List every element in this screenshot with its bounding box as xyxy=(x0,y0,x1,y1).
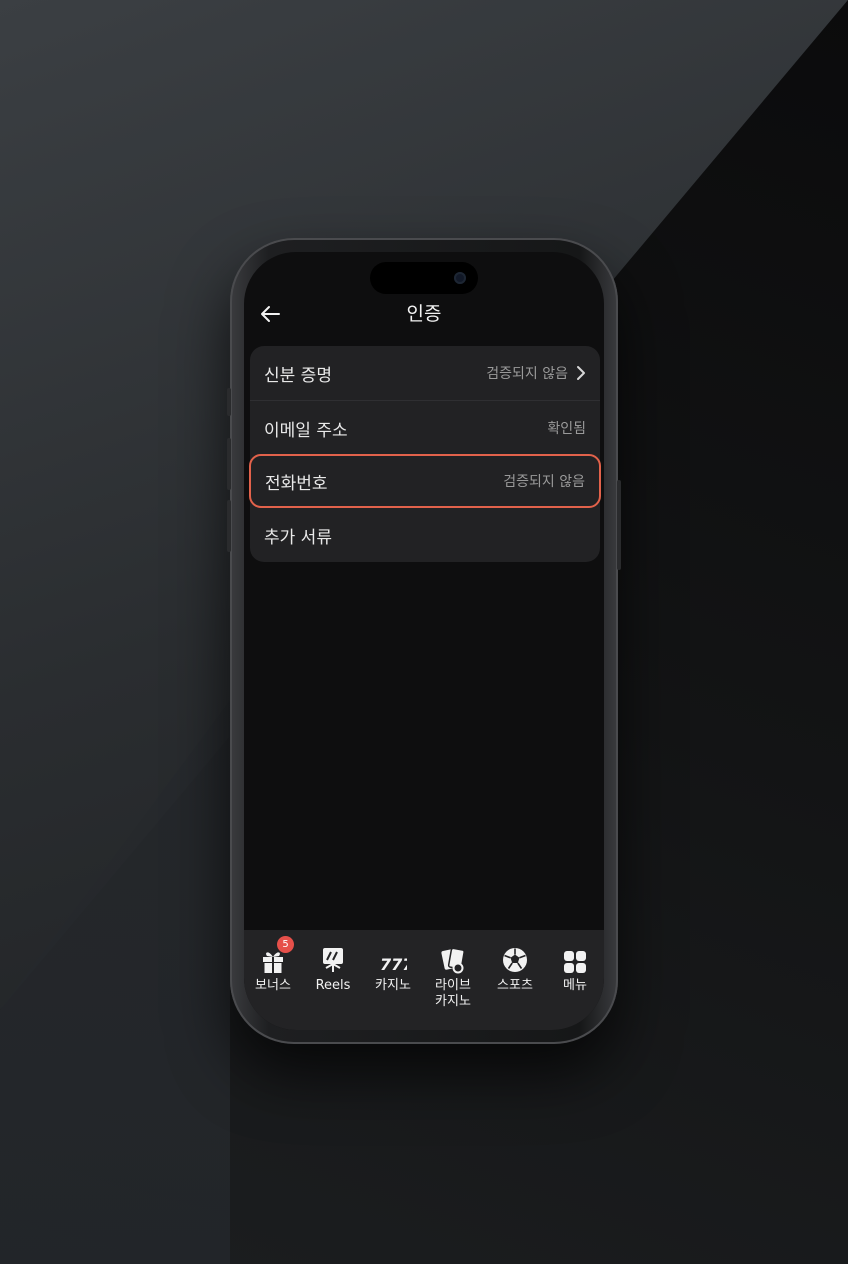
verification-item-documents[interactable]: 추가 서류 xyxy=(250,508,600,562)
phone-screen: 인증 신분 증명 검증되지 않음 이메일 주소 확인됨 전화번호 검증되지 않음 xyxy=(244,252,604,1030)
verification-item-phone[interactable]: 전화번호 검증되지 않음 xyxy=(249,454,601,508)
tab-label: 라이브 카지노 xyxy=(435,978,471,1009)
soccer-ball-icon xyxy=(503,948,527,972)
tab-label: Reels xyxy=(315,978,351,993)
item-label: 신분 증명 xyxy=(264,365,332,386)
verification-item-identity[interactable]: 신분 증명 검증되지 않음 xyxy=(250,346,600,400)
tab-bonus[interactable]: 5 보너스 xyxy=(244,936,302,994)
dynamic-island xyxy=(370,262,478,294)
status-text: 검증되지 않음 xyxy=(486,366,568,382)
tab-casino[interactable]: 777 카지노 xyxy=(364,942,422,994)
item-status: 검증되지 않음 xyxy=(503,474,585,490)
tab-label: 메뉴 xyxy=(563,978,587,993)
phone-volume-down xyxy=(227,500,231,552)
phone-power-button xyxy=(617,480,621,570)
item-label: 이메일 주소 xyxy=(264,420,348,441)
phone-volume-up xyxy=(227,438,231,490)
top-bar: 인증 xyxy=(244,292,604,332)
tab-sports[interactable]: 스포츠 xyxy=(486,942,544,994)
camera-icon xyxy=(454,272,466,284)
tab-label: 보너스 xyxy=(255,978,291,993)
notification-badge: 5 xyxy=(277,936,294,953)
reels-icon xyxy=(323,948,343,972)
verification-item-email[interactable]: 이메일 주소 확인됨 xyxy=(250,401,600,455)
phone-action-button xyxy=(227,388,231,416)
bottom-tab-bar: 5 보너스 Reels 777 xyxy=(244,930,604,1030)
item-status: 검증되지 않음 xyxy=(486,363,586,383)
phone-frame: 인증 신분 증명 검증되지 않음 이메일 주소 확인됨 전화번호 검증되지 않음 xyxy=(227,238,621,1044)
item-label: 추가 서류 xyxy=(264,527,332,548)
svg-text:777: 777 xyxy=(380,955,407,974)
item-label: 전화번호 xyxy=(265,473,328,494)
item-status: 확인됨 xyxy=(547,421,586,437)
page-title: 인증 xyxy=(406,303,442,325)
tab-label: 스포츠 xyxy=(497,978,533,993)
verification-list: 신분 증명 검증되지 않음 이메일 주소 확인됨 전화번호 검증되지 않음 추가… xyxy=(249,346,601,562)
tab-reels[interactable]: Reels xyxy=(304,942,362,994)
tab-label: 카지노 xyxy=(375,978,411,993)
chevron-right-icon xyxy=(577,366,585,380)
tab-live-casino[interactable]: 라이브 카지노 xyxy=(424,942,482,1010)
tab-menu[interactable]: 메뉴 xyxy=(546,942,604,994)
slot-777-icon: 777 xyxy=(380,955,407,974)
live-casino-cards-icon xyxy=(441,947,465,974)
grid-menu-icon xyxy=(564,951,586,973)
